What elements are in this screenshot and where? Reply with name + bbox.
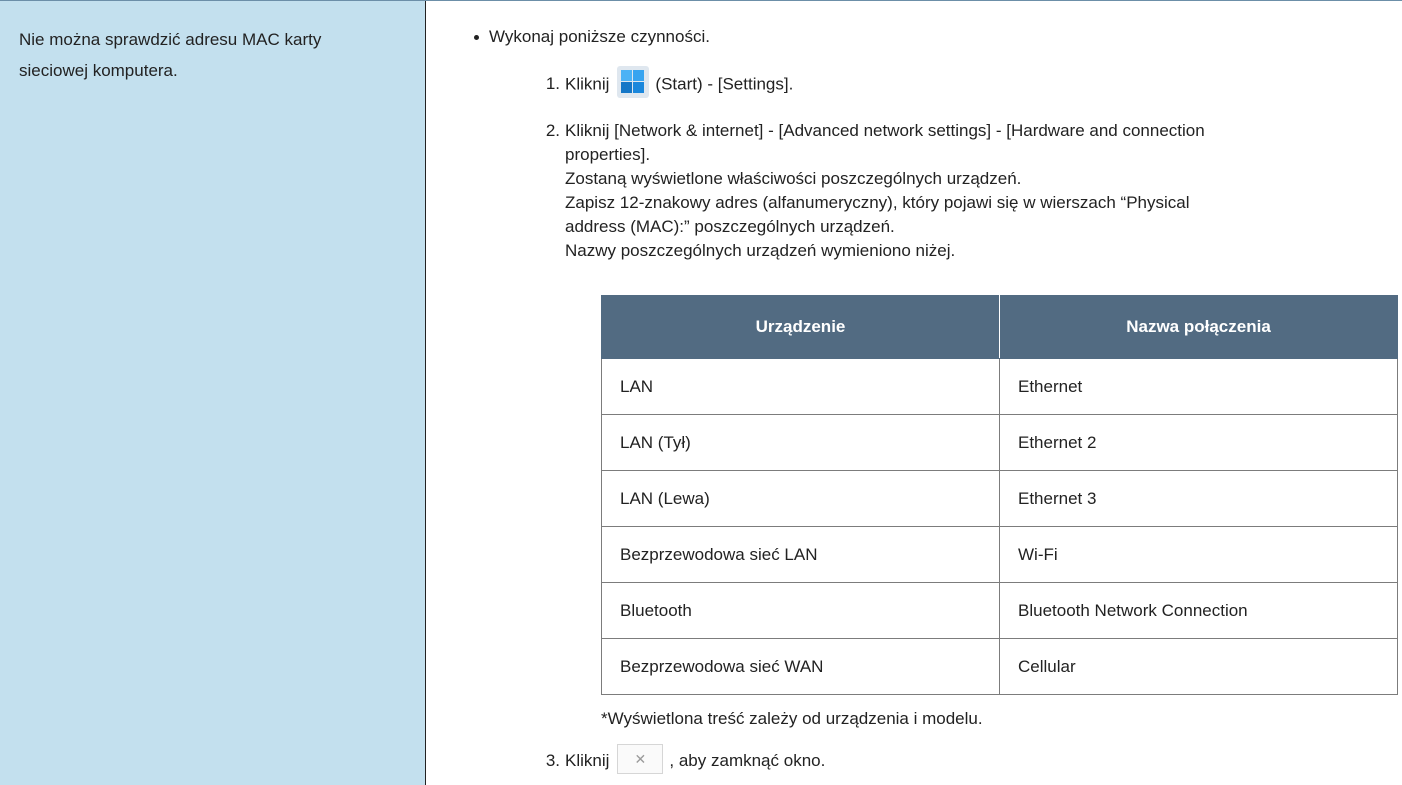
connection-name-cell: Cellular: [999, 638, 1398, 695]
table-row: Bezprzewodowa sieć LAN Wi-Fi: [601, 526, 1398, 583]
step-2-line1: Kliknij [Network & internet] - [Advanced…: [565, 121, 1205, 140]
device-cell: Bluetooth: [601, 582, 1000, 639]
connection-name-cell: Bluetooth Network Connection: [999, 582, 1398, 639]
problem-text-line2: sieciowej komputera.: [19, 61, 178, 80]
table-note: *Wyświetlona treść zależy od urządzenia …: [601, 709, 983, 728]
step-2-line2: properties].: [565, 145, 651, 164]
bullet-text: Wykonaj poniższe czynności.: [489, 27, 710, 46]
step-1: 1. Kliknij (Start) - [Settings].: [546, 66, 794, 98]
table-row: LAN (Tył) Ethernet 2: [601, 414, 1398, 471]
header-connection-name: Nazwa połączenia: [999, 295, 1398, 359]
close-icon: ✕: [617, 743, 664, 774]
connection-name-cell: Wi-Fi: [999, 526, 1398, 583]
bullet-dot-icon: [474, 35, 479, 40]
header-device: Urządzenie: [601, 295, 1000, 359]
table-row: LAN (Lewa) Ethernet 3: [601, 470, 1398, 527]
device-cell: LAN (Lewa): [601, 470, 1000, 527]
step-3-number: 3.: [545, 751, 560, 770]
devices-table: Urządzenie Nazwa połączenia LAN Ethernet…: [601, 295, 1398, 695]
problem-cell: Nie można sprawdzić adresu MAC karty sie…: [0, 1, 426, 785]
windows-start-icon: [617, 66, 650, 98]
step-2: 2. Kliknij [Network & internet] - [Advan…: [546, 119, 1377, 263]
step-1-prefix: Kliknij: [565, 74, 610, 94]
table-row: Bluetooth Bluetooth Network Connection: [601, 582, 1398, 639]
bullet-item: Wykonaj poniższe czynności.: [474, 25, 710, 49]
step-2-line4: Zapisz 12-znakowy adres (alfanumeryczny)…: [565, 193, 1190, 212]
device-cell: Bezprzewodowa sieć WAN: [601, 638, 1000, 695]
device-cell: LAN: [601, 358, 1000, 415]
connection-name-cell: Ethernet: [999, 358, 1398, 415]
connection-name-cell: Ethernet 2: [999, 414, 1398, 471]
step-1-suffix: (Start) - [Settings].: [655, 74, 794, 94]
solution-cell: Wykonaj poniższe czynności. 1. Kliknij (S…: [427, 1, 1402, 785]
step-2-line6: Nazwy poszczególnych urządzeń wymieniono…: [565, 241, 956, 260]
step-3: 3. Kliknij ✕ , aby zamknąć okno.: [546, 743, 826, 774]
step-3-suffix: , aby zamknąć okno.: [669, 751, 826, 770]
step-3-prefix: Kliknij: [565, 751, 610, 770]
table-row: Bezprzewodowa sieć WAN Cellular: [601, 638, 1398, 695]
step-2-number: 2.: [545, 121, 560, 140]
problem-text-line1: Nie można sprawdzić adresu MAC karty: [19, 30, 322, 49]
step-1-number: 1.: [545, 74, 560, 93]
table-row: LAN Ethernet: [601, 358, 1398, 415]
table-header-row: Urządzenie Nazwa połączenia: [601, 295, 1398, 359]
step-2-line3: Zostaną wyświetlone właściwości poszczeg…: [565, 169, 1022, 188]
device-cell: LAN (Tył): [601, 414, 1000, 471]
connection-name-cell: Ethernet 3: [999, 470, 1398, 527]
step-2-line5: address (MAC):” poszczególnych urządzeń.: [565, 217, 895, 236]
device-cell: Bezprzewodowa sieć LAN: [601, 526, 1000, 583]
